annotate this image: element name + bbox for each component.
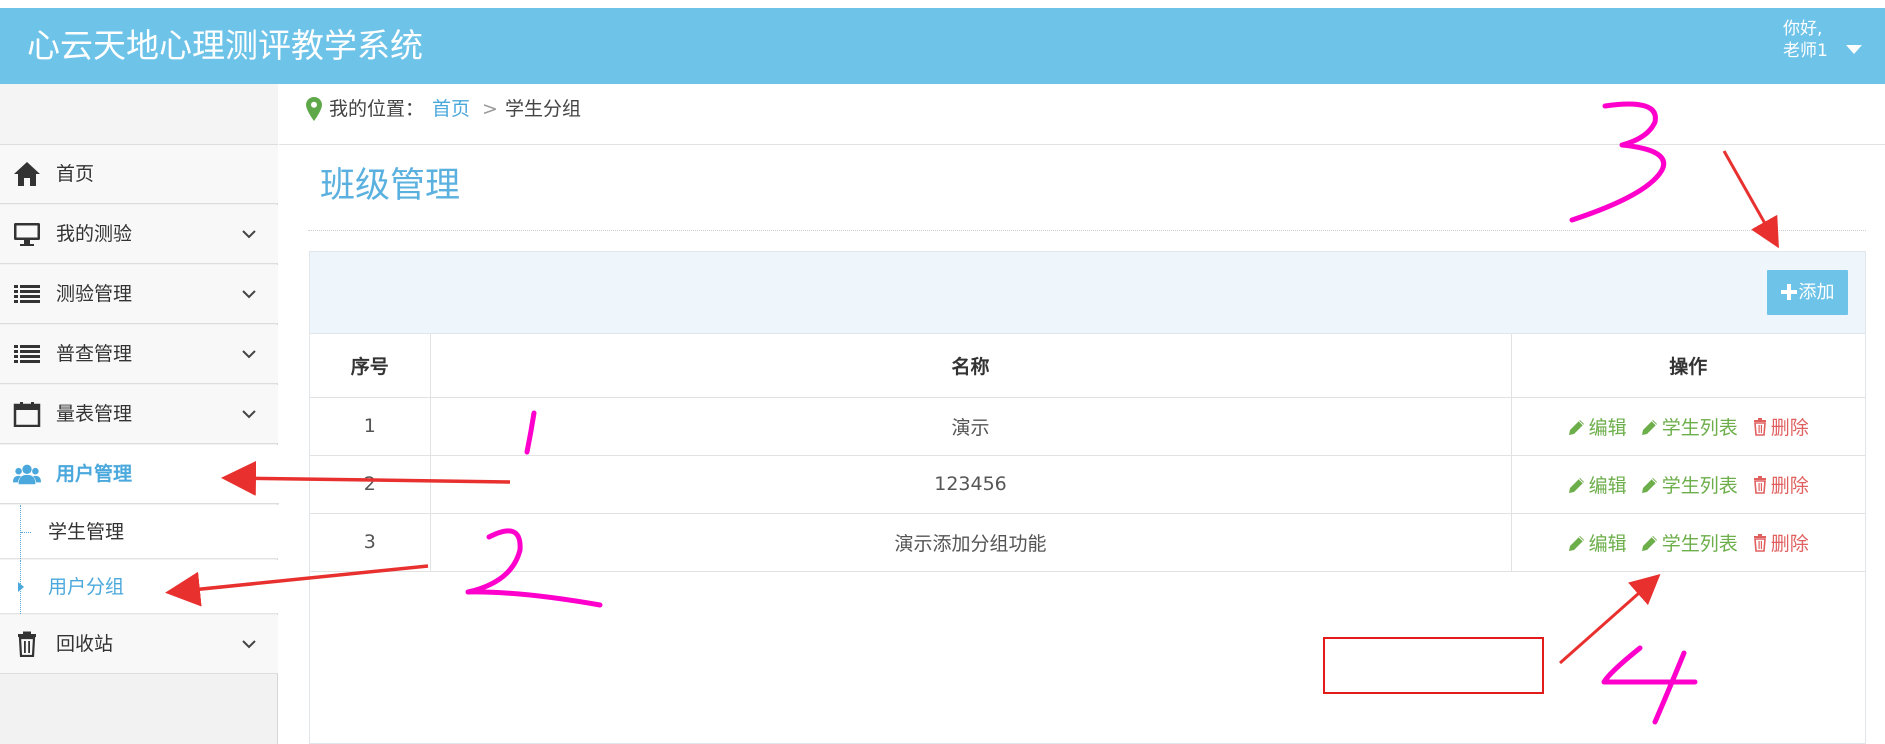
sidebar-item-label: 量表管理: [56, 403, 133, 425]
table-row: 1 演示 编辑 学生列表 删除: [310, 397, 1865, 456]
sidebar-top-spacer: [0, 84, 278, 145]
groups-table: 序号 名称 操作 1 演示 编辑 学生列表 删除 2 123456 编辑 学生列…: [310, 334, 1865, 572]
cell-actions: 编辑 学生列表 删除: [1511, 397, 1865, 456]
cell-actions: 编辑 学生列表 删除: [1511, 455, 1865, 514]
chevron-down-icon: [242, 350, 256, 359]
add-button-label: 添加: [1798, 282, 1835, 303]
student-list-link[interactable]: 学生列表: [1641, 413, 1738, 440]
cell-name: 123456: [430, 455, 1512, 514]
home-icon: [14, 162, 40, 186]
student-list-label: 学生列表: [1661, 532, 1738, 555]
sidebar-item-recycle-bin[interactable]: 回收站: [0, 615, 278, 674]
sidebar-subitem-label: 用户分组: [48, 576, 125, 598]
table-header-row: 序号 名称 操作: [310, 334, 1865, 398]
breadcrumb-current: 学生分组: [505, 98, 582, 120]
app-title: 心云天地心理测评教学系统: [27, 26, 423, 65]
student-list-label: 学生列表: [1661, 416, 1738, 439]
sidebar-subitem-label: 学生管理: [48, 521, 125, 543]
pencil-icon: [1568, 477, 1584, 493]
chevron-down-icon: [242, 410, 256, 419]
delete-link[interactable]: 删除: [1752, 471, 1809, 498]
sidebar-item-label: 我的测验: [56, 223, 133, 245]
title-divider: [308, 230, 1866, 231]
chevron-down-icon: [242, 640, 256, 649]
edit-link[interactable]: 编辑: [1568, 471, 1627, 498]
users-icon: [13, 464, 41, 485]
pencil-icon: [1641, 535, 1657, 551]
calendar-icon: [13, 402, 41, 427]
plus-icon: [1780, 284, 1797, 300]
breadcrumb-separator: >: [482, 98, 498, 120]
student-list-label: 学生列表: [1661, 474, 1738, 497]
pencil-icon: [1641, 419, 1657, 435]
pencil-icon: [1641, 477, 1657, 493]
screen: 心云天地心理测评教学系统 你好, 老师1 我的位置： 首页 > 学生分组 首页 …: [0, 0, 1885, 744]
column-header-name: 名称: [430, 334, 1512, 398]
sidebar-item-label: 普查管理: [56, 343, 133, 365]
trash-icon: [18, 631, 36, 657]
caret-right-icon: [18, 582, 24, 592]
column-header-actions: 操作: [1511, 334, 1865, 398]
monitor-icon: [14, 223, 40, 246]
chevron-up-icon: [242, 469, 256, 478]
greeting-text: 你好,: [1783, 19, 1823, 39]
delete-link[interactable]: 删除: [1752, 529, 1809, 556]
trash-icon: [1753, 417, 1766, 436]
edit-label: 编辑: [1588, 416, 1627, 439]
table-row: 3 演示添加分组功能 编辑 学生列表 删除: [310, 513, 1865, 572]
sidebar-subitem-user-groups[interactable]: 用户分组: [0, 560, 278, 614]
sidebar-item-survey-management[interactable]: 普查管理: [0, 325, 278, 384]
user-menu[interactable]: 你好, 老师1: [1783, 18, 1828, 62]
pencil-icon: [1568, 535, 1584, 551]
edit-link[interactable]: 编辑: [1568, 413, 1627, 440]
breadcrumb-home-link[interactable]: 首页: [432, 96, 470, 122]
sidebar-item-test-management[interactable]: 测验管理: [0, 265, 278, 324]
add-button[interactable]: 添加: [1767, 270, 1848, 315]
cell-name: 演示: [430, 397, 1512, 456]
list-icon: [14, 345, 40, 363]
breadcrumb: 我的位置： 首页 > 学生分组: [279, 84, 1885, 145]
edit-link[interactable]: 编辑: [1568, 529, 1627, 556]
chevron-down-icon: [242, 230, 256, 239]
sidebar-item-home[interactable]: 首页: [0, 145, 278, 204]
edit-label: 编辑: [1588, 474, 1627, 497]
sidebar-item-label: 回收站: [56, 633, 114, 655]
sidebar: 首页 我的测验 测验管理 普查管理 量表管理 用户管理 学生管理 用户分组 回收…: [0, 84, 279, 744]
delete-label: 删除: [1770, 532, 1809, 555]
page-title: 班级管理: [320, 166, 461, 206]
sidebar-item-user-management[interactable]: 用户管理: [0, 445, 279, 504]
edit-label: 编辑: [1588, 532, 1627, 555]
delete-label: 删除: [1770, 416, 1809, 439]
sidebar-item-scale-management[interactable]: 量表管理: [0, 385, 278, 444]
toolbar: 添加: [310, 252, 1865, 334]
list-icon: [14, 285, 40, 303]
caret-down-icon[interactable]: [1846, 45, 1862, 54]
cell-actions: 编辑 学生列表 删除: [1511, 513, 1865, 572]
sidebar-item-label: 测验管理: [56, 283, 133, 305]
trash-icon: [1753, 533, 1766, 552]
location-pin-icon: [306, 97, 322, 121]
pencil-icon: [1568, 419, 1584, 435]
cell-index: 2: [310, 455, 431, 514]
user-name: 老师1: [1783, 41, 1828, 61]
cell-name: 演示添加分组功能: [430, 513, 1512, 572]
table-row: 2 123456 编辑 学生列表 删除: [310, 455, 1865, 514]
delete-link[interactable]: 删除: [1752, 413, 1809, 440]
cell-index: 1: [310, 397, 431, 456]
student-list-link[interactable]: 学生列表: [1641, 471, 1738, 498]
top-header: 心云天地心理测评教学系统 你好, 老师1: [0, 8, 1885, 84]
delete-label: 删除: [1770, 474, 1809, 497]
tree-branch: [21, 532, 31, 533]
chevron-down-icon: [242, 290, 256, 299]
trash-icon: [1753, 475, 1766, 494]
column-header-index: 序号: [310, 334, 431, 398]
sidebar-item-label: 用户管理: [56, 463, 133, 485]
sidebar-item-my-tests[interactable]: 我的测验: [0, 205, 278, 264]
content-panel: 添加 序号 名称 操作 1 演示 编辑 学生列表 删除 2 123456 编辑 …: [309, 251, 1866, 744]
sidebar-item-label: 首页: [56, 163, 95, 185]
student-list-link[interactable]: 学生列表: [1641, 529, 1738, 556]
cell-index: 3: [310, 513, 431, 572]
breadcrumb-label: 我的位置：: [329, 98, 425, 120]
sidebar-subitem-student-management[interactable]: 学生管理: [0, 505, 278, 559]
